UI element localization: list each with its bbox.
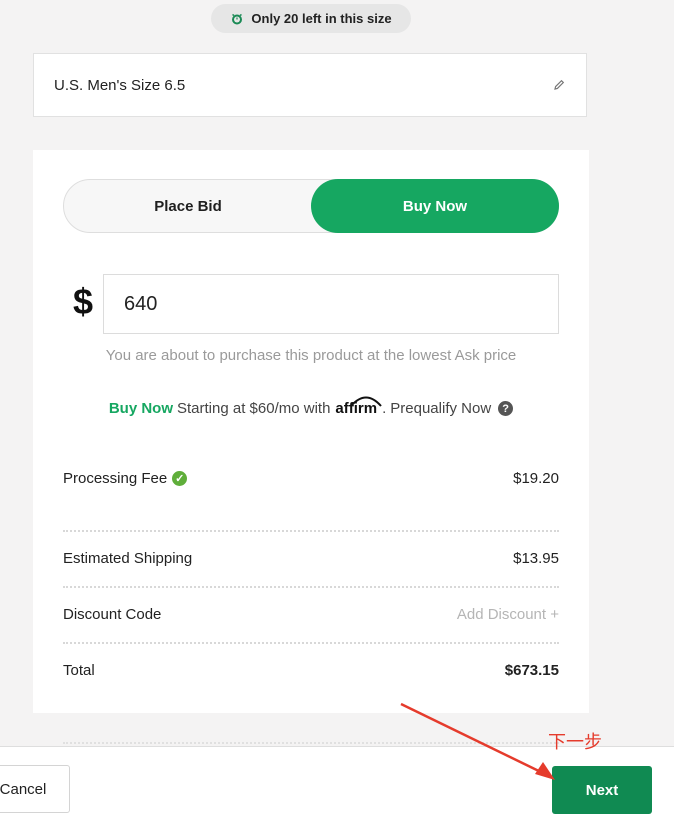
- add-discount-link[interactable]: Add Discount +: [457, 606, 559, 623]
- affirm-financing-row: Buy Now Starting at $60/mo with affirm. …: [33, 396, 589, 417]
- shipping-label: Estimated Shipping: [63, 550, 193, 567]
- bid-buy-toggle: Place Bid Buy Now: [63, 179, 559, 233]
- affirm-logo: affirm: [334, 396, 383, 417]
- shipping-row: Estimated Shipping $13.95: [63, 550, 559, 567]
- lowest-ask-note: You are about to purchase this product a…: [105, 347, 517, 364]
- clock-icon: [230, 12, 244, 26]
- cancel-button[interactable]: Cancel: [0, 765, 70, 813]
- total-label: Total: [63, 662, 95, 679]
- price-input[interactable]: [103, 274, 559, 334]
- affirm-starting-text: Starting at $60/mo with: [177, 400, 331, 417]
- annotation-arrow-icon: [400, 702, 555, 780]
- stock-badge-text: Only 20 left in this size: [251, 11, 392, 26]
- currency-symbol: $: [73, 281, 94, 322]
- next-button[interactable]: Next: [552, 766, 652, 814]
- purchase-card: Place Bid Buy Now $ You are about to pur…: [33, 150, 589, 713]
- total-value: $673.15: [504, 662, 559, 679]
- processing-fee-row: Processing Fee ✓ $19.20: [63, 470, 559, 487]
- stock-badge: Only 20 left in this size: [211, 4, 411, 33]
- discount-row: Discount Code Add Discount +: [63, 606, 559, 623]
- affirm-arc-icon: [350, 396, 383, 407]
- divider: [63, 530, 559, 532]
- size-selector[interactable]: U.S. Men's Size 6.5: [33, 53, 587, 117]
- processing-fee-value: $19.20: [513, 470, 559, 487]
- buy-now-tab[interactable]: Buy Now: [311, 179, 559, 233]
- prequalify-link[interactable]: Prequalify Now: [390, 400, 491, 417]
- discount-label: Discount Code: [63, 606, 162, 623]
- footer-bar: Cancel Next: [0, 746, 674, 831]
- divider: [63, 586, 559, 588]
- shipping-value: $13.95: [513, 550, 559, 567]
- check-icon[interactable]: ✓: [172, 471, 188, 486]
- pencil-icon[interactable]: [552, 78, 566, 92]
- divider: [63, 642, 559, 644]
- processing-fee-label: Processing Fee: [63, 470, 168, 487]
- affirm-buy-now-label: Buy Now: [108, 400, 173, 417]
- annotation-label: 下一步: [548, 732, 602, 752]
- question-icon[interactable]: ?: [498, 401, 514, 416]
- place-bid-tab[interactable]: Place Bid: [64, 180, 312, 232]
- size-label: U.S. Men's Size 6.5: [54, 76, 186, 94]
- total-row: Total $673.15: [63, 662, 559, 679]
